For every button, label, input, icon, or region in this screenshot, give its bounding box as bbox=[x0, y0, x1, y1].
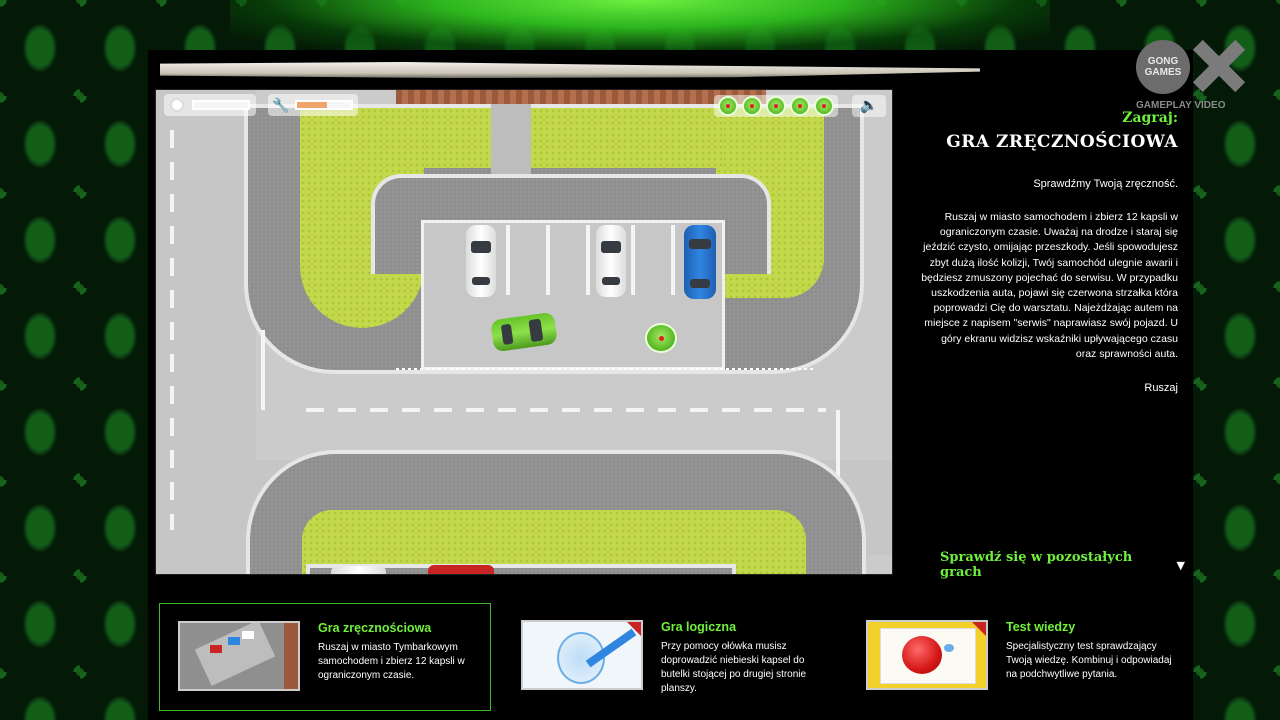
clock-icon bbox=[170, 98, 184, 112]
card-description: Przy pomocy ołówka musisz doprowadzić ni… bbox=[661, 641, 807, 694]
brand-logo-text: GONG GAMES bbox=[1136, 40, 1190, 94]
game-card-dexterity[interactable]: Gra zręcznościowa Ruszaj w miasto Tymbar… bbox=[159, 603, 491, 711]
more-games-label: Sprawdź się w pozostałych grach bbox=[940, 550, 1133, 580]
go-link[interactable]: Ruszaj bbox=[920, 382, 1178, 394]
parked-blue-car bbox=[684, 225, 716, 299]
bottle-cap-icon bbox=[742, 96, 762, 116]
damage-bar bbox=[295, 100, 354, 110]
gong-games-logo: GONG GAMES GAMEPLAY VIDEO bbox=[1130, 36, 1250, 116]
driveway-overlay bbox=[491, 104, 531, 174]
game-thumbnail bbox=[866, 620, 988, 690]
parked-white-car bbox=[331, 566, 386, 574]
card-description: Specjalistyczny test sprawdzający Twoją … bbox=[1006, 641, 1172, 680]
parking-line bbox=[506, 225, 510, 295]
chevron-down-icon: ▼ bbox=[1176, 558, 1185, 572]
parking-line bbox=[586, 225, 590, 295]
card-title: Gra logiczna bbox=[661, 620, 737, 634]
parking-line bbox=[631, 225, 635, 295]
card-description: Ruszaj w miasto Tymbarkowym samochodem i… bbox=[318, 642, 465, 681]
game-title: GRA ZRĘCZNOŚCIOWA bbox=[946, 132, 1178, 152]
bottle-cap-pickup bbox=[645, 323, 677, 353]
wrench-icon: 🔧 bbox=[272, 96, 290, 113]
time-bar bbox=[192, 100, 250, 110]
damage-bar-fill bbox=[297, 102, 328, 108]
bottle-cap-icon bbox=[718, 96, 738, 116]
game-thumbnail bbox=[178, 621, 300, 691]
game-description-panel: Zagraj: GRA ZRĘCZNOŚCIOWA Sprawdźmy Twoj… bbox=[920, 110, 1178, 394]
damage-indicator: 🔧 bbox=[268, 94, 358, 116]
bottle-cap-icon bbox=[766, 96, 786, 116]
game-thumbnail bbox=[521, 620, 643, 690]
card-title: Gra zręcznościowa bbox=[318, 621, 432, 635]
speaker-icon[interactable]: 🔈 bbox=[852, 95, 886, 117]
more-games-toggle[interactable]: Sprawdź się w pozostałych grach ▼ bbox=[940, 550, 1185, 580]
road-edge-line bbox=[836, 410, 840, 480]
parked-red-car bbox=[428, 565, 494, 574]
road-edge-line bbox=[261, 330, 265, 410]
lane-dashes-vertical bbox=[170, 130, 174, 530]
top-glow bbox=[230, 0, 1050, 55]
upper-grass-mid bbox=[424, 108, 724, 168]
bottle-cap-icon bbox=[814, 96, 834, 116]
parking-line bbox=[671, 225, 675, 295]
caps-counter bbox=[714, 95, 838, 117]
lane-dashes bbox=[306, 408, 826, 412]
game-description: Ruszaj w miasto samochodem i zbierz 12 k… bbox=[921, 211, 1178, 360]
play-label: Zagraj: bbox=[1122, 110, 1178, 126]
card-title: Test wiedzy bbox=[1006, 620, 1076, 634]
game-card-quiz[interactable]: Test wiedzy Specjalistyczny test sprawdz… bbox=[848, 603, 1180, 711]
parked-white-car bbox=[466, 225, 496, 297]
game-lead: Sprawdźmy Twoją zręczność. bbox=[1033, 178, 1178, 190]
parked-white-car bbox=[596, 225, 626, 297]
time-indicator bbox=[164, 94, 256, 116]
game-card-logic[interactable]: Gra logiczna Przy pomocy ołówka musisz d… bbox=[503, 603, 835, 711]
parking-line bbox=[546, 225, 550, 295]
game-canvas[interactable]: 🔧 🔈 bbox=[155, 89, 893, 575]
bottle-cap-icon bbox=[790, 96, 810, 116]
brand-x-icon bbox=[1188, 36, 1248, 96]
curb-dots bbox=[396, 368, 816, 370]
